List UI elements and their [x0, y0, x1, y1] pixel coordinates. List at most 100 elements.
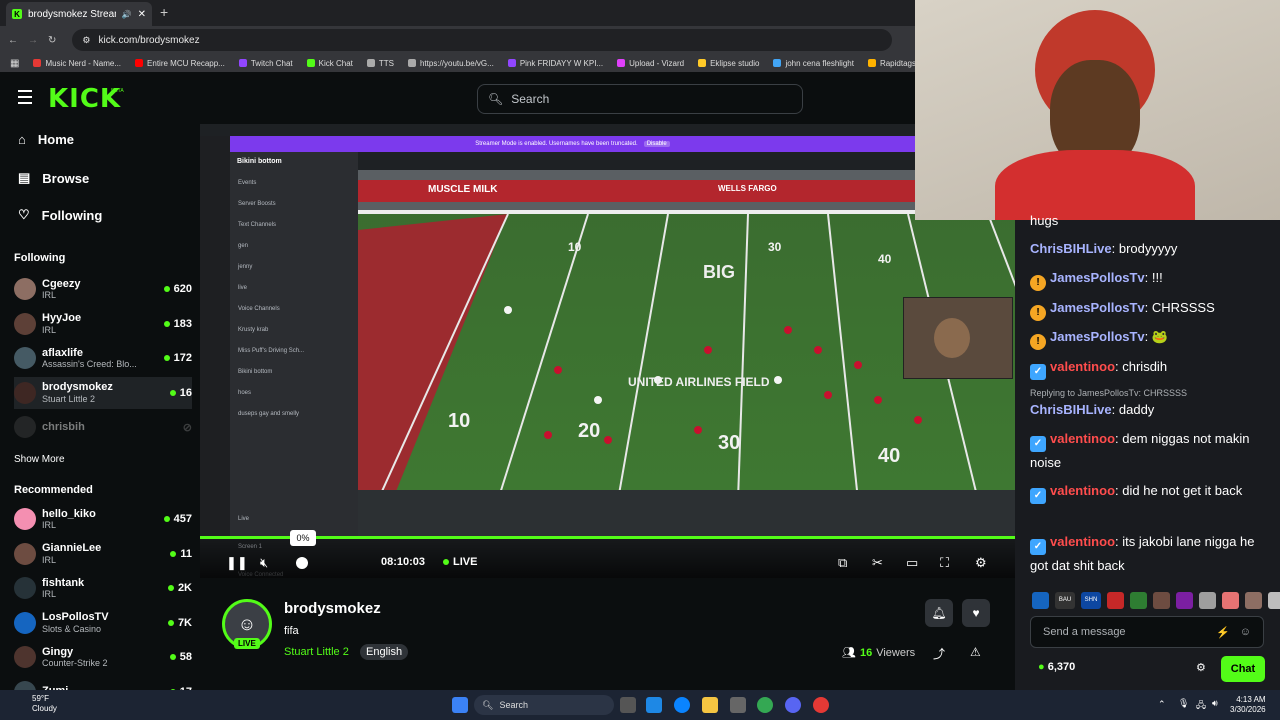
emote-icon[interactable] — [1032, 592, 1049, 609]
theater-icon[interactable]: ▭ — [906, 555, 918, 571]
sidebar-channel[interactable]: Cgeezy IRL 620 — [14, 273, 192, 305]
follow-button[interactable]: ♥ — [962, 599, 990, 627]
chat-username[interactable]: valentinoo — [1050, 431, 1115, 446]
chat-username[interactable]: JamesPollosTv — [1050, 300, 1145, 315]
system-clock[interactable]: 4:13 AM 3/30/2026 — [1230, 695, 1266, 715]
sidebar-channel[interactable]: fishtank IRL 2K — [14, 572, 192, 604]
mute-icon[interactable]: 🔇︎ — [260, 555, 268, 571]
app-icon[interactable] — [813, 697, 829, 713]
stream-category[interactable]: Stuart Little 2 — [284, 646, 349, 658]
report-icon[interactable]: ⚠ — [970, 645, 981, 659]
search-input[interactable]: 🔍︎ Search — [477, 84, 803, 114]
chat-username[interactable]: JamesPollosTv — [1050, 329, 1145, 344]
settings-icon[interactable]: ⚙ — [975, 555, 987, 571]
reload-icon[interactable]: ↻ — [48, 35, 56, 46]
copilot-icon[interactable] — [646, 697, 662, 713]
channel-category: IRL — [42, 324, 57, 335]
chrome-icon[interactable] — [757, 697, 773, 713]
chat-username[interactable]: ChrisBIHLive — [1030, 402, 1112, 417]
emote-icon[interactable]: BAU — [1055, 592, 1075, 609]
bookmark-item[interactable]: Twitch Chat — [238, 59, 293, 68]
network-icon[interactable]: 🖧︎ — [1196, 698, 1206, 714]
sidebar-channel[interactable]: Gingy Counter-Strike 2 58 — [14, 641, 192, 673]
sidebar-channel[interactable]: LosPollosTV Slots & Casino 7K — [14, 607, 192, 639]
recommended-heading: Recommended — [14, 484, 93, 496]
clip-icon[interactable]: ✂ — [872, 555, 883, 571]
browser-tab[interactable]: K brodysmokez Stream - Wa 🔊 ✕ — [6, 2, 152, 26]
pip-icon[interactable]: ⧉ — [838, 555, 847, 571]
chat-username[interactable]: valentinoo — [1050, 483, 1115, 498]
apps-icon[interactable]: ▦ — [10, 58, 19, 69]
fullscreen-icon[interactable]: ⛶ — [940, 555, 949, 571]
emote-icon[interactable] — [1153, 592, 1170, 609]
start-icon[interactable] — [452, 697, 468, 713]
nav-browse[interactable]: ▤ Browse — [18, 170, 89, 186]
share-icon[interactable]: ⤴ — [933, 645, 945, 662]
sidebar-channel[interactable]: brodysmokez Stuart Little 2 16 — [14, 376, 192, 409]
discord-icon[interactable] — [785, 697, 801, 713]
chat-username[interactable]: valentinoo — [1050, 534, 1115, 549]
emote-icon[interactable] — [1199, 592, 1216, 609]
chat-send-button[interactable]: Chat — [1221, 656, 1265, 682]
site-info-icon[interactable]: ⚙ — [82, 35, 90, 46]
forward-icon[interactable]: → — [28, 35, 38, 46]
bookmark-item[interactable]: TTS — [366, 59, 394, 68]
notification-bell-button[interactable]: 🔔︎ — [925, 599, 953, 627]
emote-icon[interactable] — [1268, 592, 1280, 609]
bookmarks-bar: ▦ Music Nerd - Name... Entire MCU Recapp.… — [0, 54, 915, 72]
url-field[interactable]: ⚙ kick.com/brodysmokez — [72, 29, 893, 51]
bookmark-item[interactable]: Eklipse studio — [698, 59, 759, 68]
show-more-link[interactable]: Show More — [14, 454, 65, 465]
sidebar-channel[interactable]: hello_kiko IRL 457 — [14, 503, 192, 535]
nav-home[interactable]: ⌂ Home — [18, 132, 74, 147]
chat-username[interactable]: valentinoo — [1050, 359, 1115, 374]
sidebar-channel[interactable]: chrisbih ⊘ — [14, 411, 192, 443]
task-view-icon[interactable] — [620, 697, 636, 713]
sidebar-channel[interactable]: HyyJoe IRL 183 — [14, 308, 192, 340]
progress-bar[interactable] — [200, 536, 1015, 539]
chat-username[interactable]: ChrisBIHLive — [1030, 241, 1112, 256]
bookmark-item[interactable]: Music Nerd - Name... — [33, 59, 121, 68]
back-icon[interactable]: ← — [8, 35, 18, 46]
file-explorer-icon[interactable] — [702, 697, 718, 713]
language-tag[interactable]: English — [360, 644, 409, 660]
bookmark-item[interactable]: Entire MCU Recapp... — [135, 59, 225, 68]
emote-icon[interactable] — [1107, 592, 1124, 609]
chat-settings-icon[interactable]: ⚙ — [1196, 661, 1206, 674]
emote-picker-icon[interactable]: ⚡ — [1216, 626, 1230, 639]
bookmark-item[interactable]: Pink FRIDAYY W KPI... — [507, 59, 603, 68]
chat-input[interactable]: Send a message ⚡ ☺ — [1030, 616, 1264, 648]
bookmark-item[interactable]: Kick Chat — [306, 59, 353, 68]
emoji-icon[interactable]: ☺ — [1240, 626, 1251, 638]
edge-icon[interactable] — [674, 697, 690, 713]
new-tab-button[interactable]: + — [160, 4, 168, 20]
menu-icon[interactable] — [18, 90, 32, 104]
emote-icon[interactable] — [1222, 592, 1239, 609]
channel-points[interactable]: ● 6,370 — [1038, 661, 1075, 673]
emote-icon[interactable] — [1176, 592, 1193, 609]
bookmark-item[interactable]: Rapidtags | YouTub... — [867, 59, 915, 68]
tray-overflow-icon[interactable]: ⌃ — [1158, 699, 1166, 710]
taskbar-search[interactable]: 🔍︎ Search — [474, 695, 614, 715]
mic-icon[interactable]: 🎙︎ — [1178, 698, 1189, 709]
nav-following[interactable]: ♡ Following — [18, 207, 102, 223]
emote-icon[interactable] — [1245, 592, 1262, 609]
og-badge-icon: ! — [1030, 275, 1046, 291]
bookmark-label: Eklipse studio — [710, 58, 760, 68]
pause-icon[interactable]: ❚❚ — [226, 555, 248, 571]
emote-icon[interactable] — [1130, 592, 1147, 609]
close-tab-icon[interactable]: ✕ — [138, 9, 146, 20]
streamer-name[interactable]: brodysmokez — [284, 600, 381, 617]
volume-slider[interactable] — [296, 557, 308, 569]
emote-icon[interactable]: SHN — [1081, 592, 1101, 609]
bookmark-item[interactable]: john cena fleshlight — [773, 59, 854, 68]
sidebar-channel[interactable]: GiannieLee IRL 11 — [14, 538, 192, 570]
disable-button[interactable]: Disable — [643, 141, 670, 147]
sidebar-channel[interactable]: aflaxlife Assassin's Creed: Blo... 172 — [14, 342, 192, 374]
weather-widget[interactable]: 59°F Cloudy — [8, 694, 57, 714]
store-icon[interactable] — [730, 697, 746, 713]
volume-icon[interactable]: 🔊︎ — [1212, 698, 1218, 709]
bookmark-item[interactable]: https://youtu.be/vG... — [407, 59, 494, 68]
bookmark-item[interactable]: Upload - Vizard — [617, 59, 684, 68]
chat-username[interactable]: JamesPollosTv — [1050, 270, 1145, 285]
